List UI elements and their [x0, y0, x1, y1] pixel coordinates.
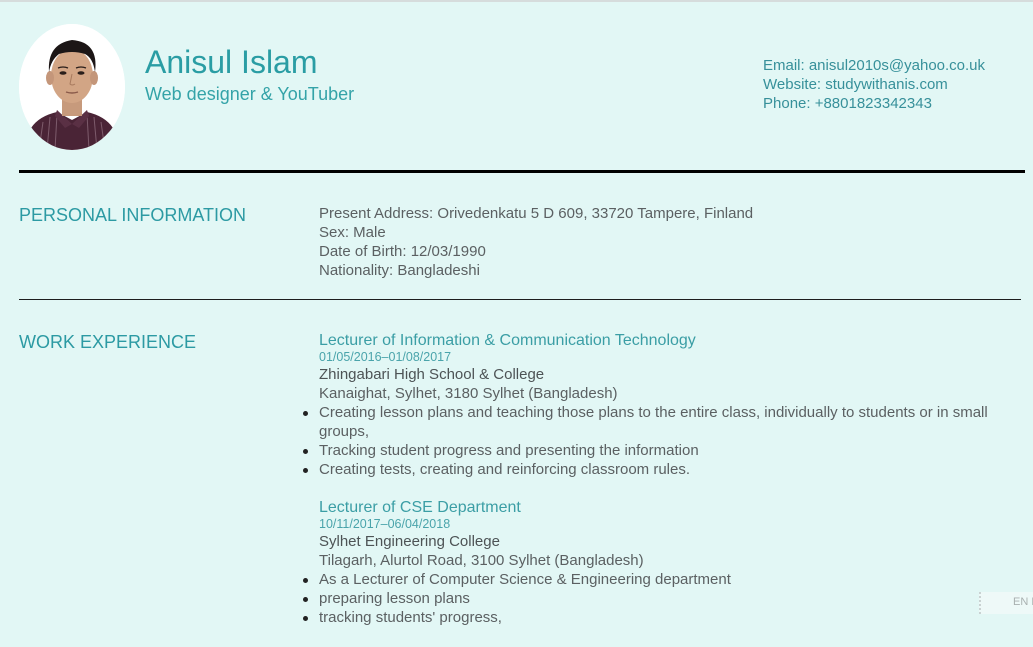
- job-dates: 01/05/2016–01/08/2017: [319, 350, 452, 364]
- section-title-work: WORK EXPERIENCE: [19, 332, 197, 352]
- section-title-personal: PERSONAL INFORMATION: [19, 205, 247, 225]
- profile-photo: [19, 24, 125, 150]
- personal-info-body: Present Address: Orivedenkatu 5 D 609, 3…: [319, 204, 753, 280]
- job-entry: Lecturer of Information & Communication …: [303, 331, 1019, 479]
- job-organization: Zhingabari High School & College: [319, 366, 545, 383]
- job-dates: 10/11/2017–06/04/2018: [319, 517, 451, 531]
- language-switcher[interactable]: EN E: [979, 592, 1033, 614]
- job-duties: Creating lesson plans and teaching those…: [303, 403, 1019, 479]
- duty-item: Creating tests, creating and reinforcing…: [303, 460, 1019, 479]
- duty-item: tracking students' progress,: [303, 608, 1019, 627]
- job-organization: Sylhet Engineering College: [319, 533, 500, 550]
- work-experience-body: Lecturer of Information & Communication …: [303, 331, 1019, 627]
- candidate-name: Anisul Islam: [145, 44, 318, 80]
- avatar: [19, 24, 125, 150]
- job-title: Lecturer of CSE Department: [319, 499, 521, 516]
- section-divider: [19, 299, 1021, 300]
- job-entry: Lecturer of CSE Department 10/11/2017–06…: [303, 498, 1019, 627]
- contact-block: Email: anisul2010s@yahoo.co.uk Website: …: [763, 56, 985, 113]
- personal-sex: Sex: Male: [319, 224, 386, 241]
- duty-item: As a Lecturer of Computer Science & Engi…: [303, 570, 1019, 589]
- contact-email[interactable]: Email: anisul2010s@yahoo.co.uk: [763, 56, 985, 75]
- contact-website[interactable]: Website: studywithanis.com: [763, 75, 985, 94]
- header-divider: [19, 170, 1025, 173]
- job-title: Lecturer of Information & Communication …: [319, 332, 696, 349]
- duty-item: Tracking student progress and presenting…: [303, 441, 1019, 460]
- personal-dob: Date of Birth: 12/03/1990: [319, 243, 486, 260]
- candidate-tagline: Web designer & YouTuber: [145, 84, 355, 104]
- personal-nationality: Nationality: Bangladeshi: [319, 262, 480, 279]
- job-duties: As a Lecturer of Computer Science & Engi…: [303, 570, 1019, 627]
- personal-address: Present Address: Orivedenkatu 5 D 609, 3…: [319, 205, 754, 222]
- duty-item: preparing lesson plans: [303, 589, 1019, 608]
- job-location: Kanaighat, Sylhet, 3180 Sylhet (Banglade…: [319, 385, 618, 402]
- job-location: Tilagarh, Alurtol Road, 3100 Sylhet (Ban…: [319, 552, 644, 569]
- duty-item: Creating lesson plans and teaching those…: [303, 403, 1019, 441]
- contact-phone: Phone: +8801823342343: [763, 95, 932, 112]
